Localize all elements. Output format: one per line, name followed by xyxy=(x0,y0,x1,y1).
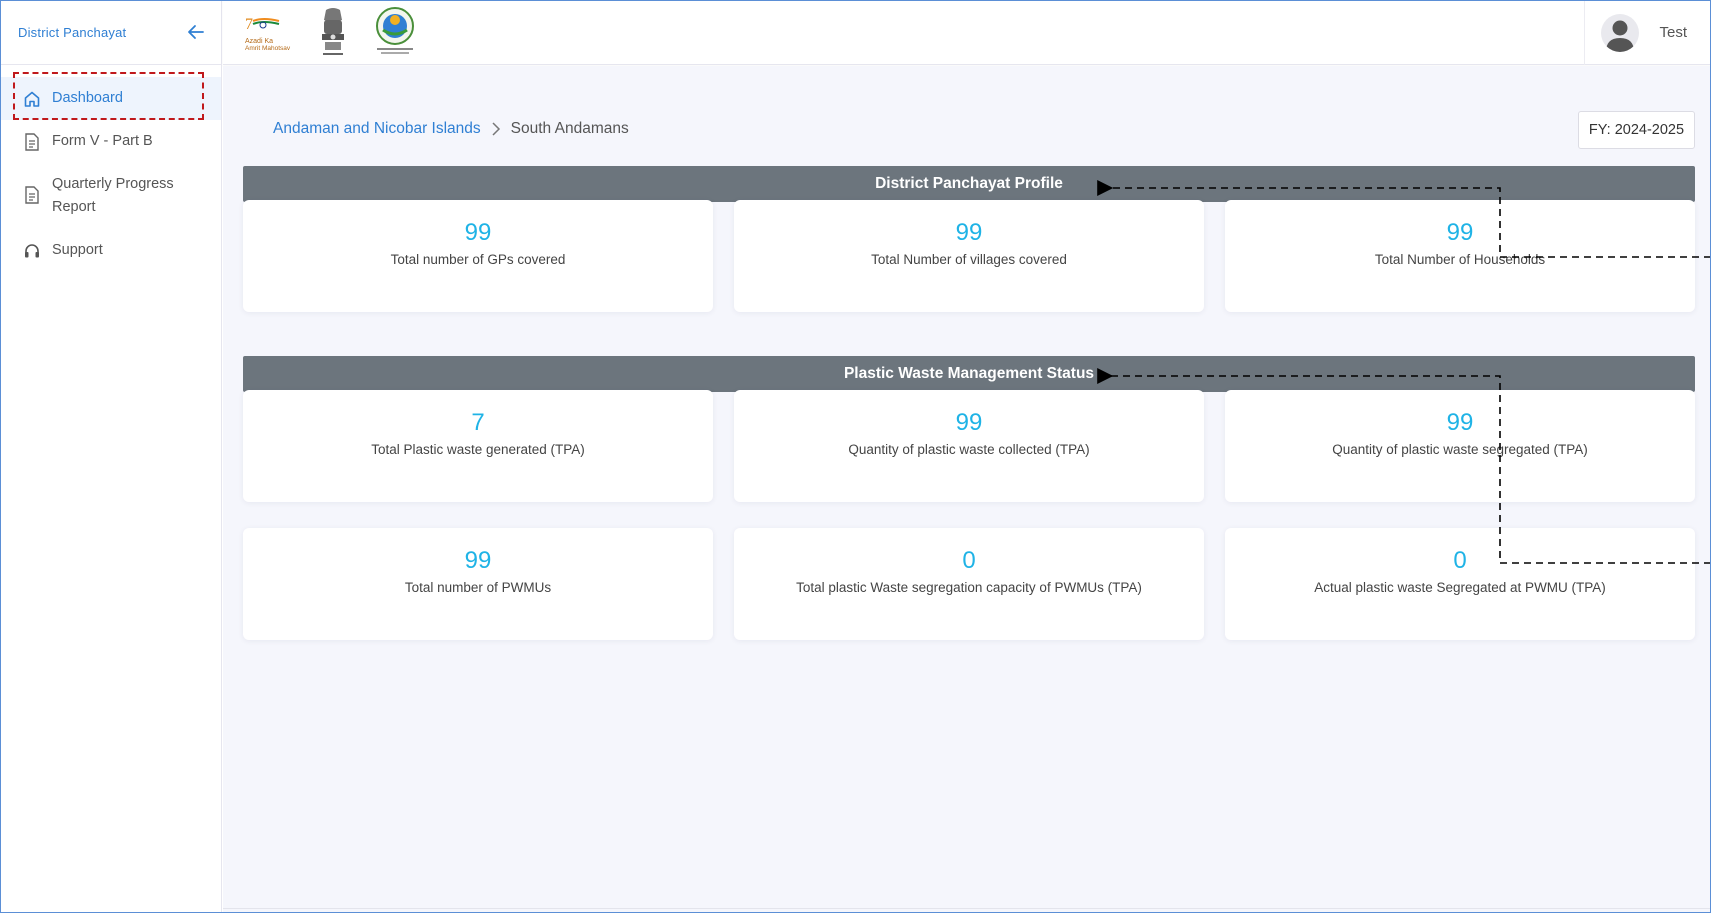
financial-year-selector[interactable]: FY: 2024-2025 xyxy=(1578,111,1695,149)
arrow-left-icon xyxy=(188,25,204,39)
stat-card-segregation-capacity: 0 Total plastic Waste segregation capaci… xyxy=(734,528,1204,640)
stat-card-gps: 99 Total number of GPs covered xyxy=(243,200,713,312)
sidebar-nav: Dashboard Form V - Part B Quarterly Prog… xyxy=(0,65,221,272)
document-icon xyxy=(22,130,42,153)
chevron-right-icon xyxy=(491,121,501,137)
main-content: Andaman and Nicobar Islands South Andama… xyxy=(223,66,1711,913)
breadcrumb-state-link[interactable]: Andaman and Nicobar Islands xyxy=(273,120,481,138)
stat-value: 99 xyxy=(1446,409,1474,436)
section-header-profile: District Panchayat Profile xyxy=(243,166,1695,202)
svg-text:7: 7 xyxy=(245,16,253,33)
avatar xyxy=(1601,13,1640,52)
stat-card-actual-segregated: 0 Actual plastic waste Segregated at PWM… xyxy=(1225,528,1695,640)
stat-card-plastic-generated: 7 Total Plastic waste generated (TPA) xyxy=(243,390,713,502)
stat-card-pwmus: 99 Total number of PWMUs xyxy=(243,528,713,640)
sidebar-item-quarterly-progress-report[interactable]: Quarterly Progress Report xyxy=(0,163,221,229)
stat-value: 99 xyxy=(464,219,492,246)
national-emblem-logo xyxy=(317,6,349,60)
collapse-sidebar-button[interactable] xyxy=(185,21,207,43)
sidebar-header: District Panchayat xyxy=(0,0,221,65)
home-icon xyxy=(22,87,42,110)
sidebar: District Panchayat Dashboard Form V - Pa… xyxy=(0,0,222,913)
sidebar-item-form-v-part-b[interactable]: Form V - Part B xyxy=(0,120,221,163)
stat-value: 0 xyxy=(1453,547,1467,574)
breadcrumb: Andaman and Nicobar Islands South Andama… xyxy=(273,120,629,138)
stat-value: 0 xyxy=(962,547,976,574)
sidebar-item-dashboard[interactable]: Dashboard xyxy=(0,72,221,120)
stat-card-villages: 99 Total Number of villages covered xyxy=(734,200,1204,312)
svg-text:Azadi Ka: Azadi Ka xyxy=(245,38,273,45)
section-header-plastic-waste: Plastic Waste Management Status xyxy=(243,356,1695,392)
user-menu[interactable]: Test xyxy=(1584,0,1711,65)
stat-label: Quantity of plastic waste segregated (TP… xyxy=(1332,442,1588,457)
azadi-ka-amrit-mahotsav-logo: 7 Azadi Ka Amrit Mahotsav xyxy=(243,6,293,60)
stat-value: 99 xyxy=(464,547,492,574)
ministry-logo xyxy=(373,6,417,60)
footer-divider xyxy=(223,908,1711,909)
stat-label: Quantity of plastic waste collected (TPA… xyxy=(848,442,1090,457)
sidebar-item-label: Form V - Part B xyxy=(52,133,153,149)
stat-value: 99 xyxy=(955,219,983,246)
stat-label: Total Plastic waste generated (TPA) xyxy=(371,442,585,457)
logo-group: 7 Azadi Ka Amrit Mahotsav xyxy=(243,6,417,60)
document-icon xyxy=(22,183,42,206)
sidebar-title: District Panchayat xyxy=(18,24,127,40)
stat-label: Total Number of villages covered xyxy=(871,252,1067,267)
stat-label: Total number of PWMUs xyxy=(404,580,552,595)
stat-card-plastic-segregated: 99 Quantity of plastic waste segregated … xyxy=(1225,390,1695,502)
stat-card-households: 99 Total Number of Households xyxy=(1225,200,1695,312)
sidebar-item-label: Quarterly Progress Report xyxy=(52,176,174,215)
stat-label: Actual plastic waste Segregated at PWMU … xyxy=(1314,580,1606,595)
user-name: Test xyxy=(1659,24,1687,41)
user-icon xyxy=(1606,20,1635,52)
svg-text:Amrit Mahotsav: Amrit Mahotsav xyxy=(245,45,291,52)
stat-label: Total Number of Households xyxy=(1374,252,1546,267)
sidebar-item-label: Dashboard xyxy=(52,90,123,106)
sidebar-item-label: Support xyxy=(52,242,103,258)
headset-icon xyxy=(22,239,42,262)
stat-label: Total plastic Waste segregation capacity… xyxy=(796,580,1142,595)
top-header: 7 Azadi Ka Amrit Mahotsav Test xyxy=(223,0,1711,65)
stat-label: Total number of GPs covered xyxy=(390,252,566,267)
sidebar-item-support[interactable]: Support xyxy=(0,229,221,272)
stat-value: 99 xyxy=(955,409,983,436)
breadcrumb-district: South Andamans xyxy=(510,120,629,137)
stat-value: 99 xyxy=(1446,219,1474,246)
stat-card-plastic-collected: 99 Quantity of plastic waste collected (… xyxy=(734,390,1204,502)
stat-value: 7 xyxy=(471,409,485,436)
